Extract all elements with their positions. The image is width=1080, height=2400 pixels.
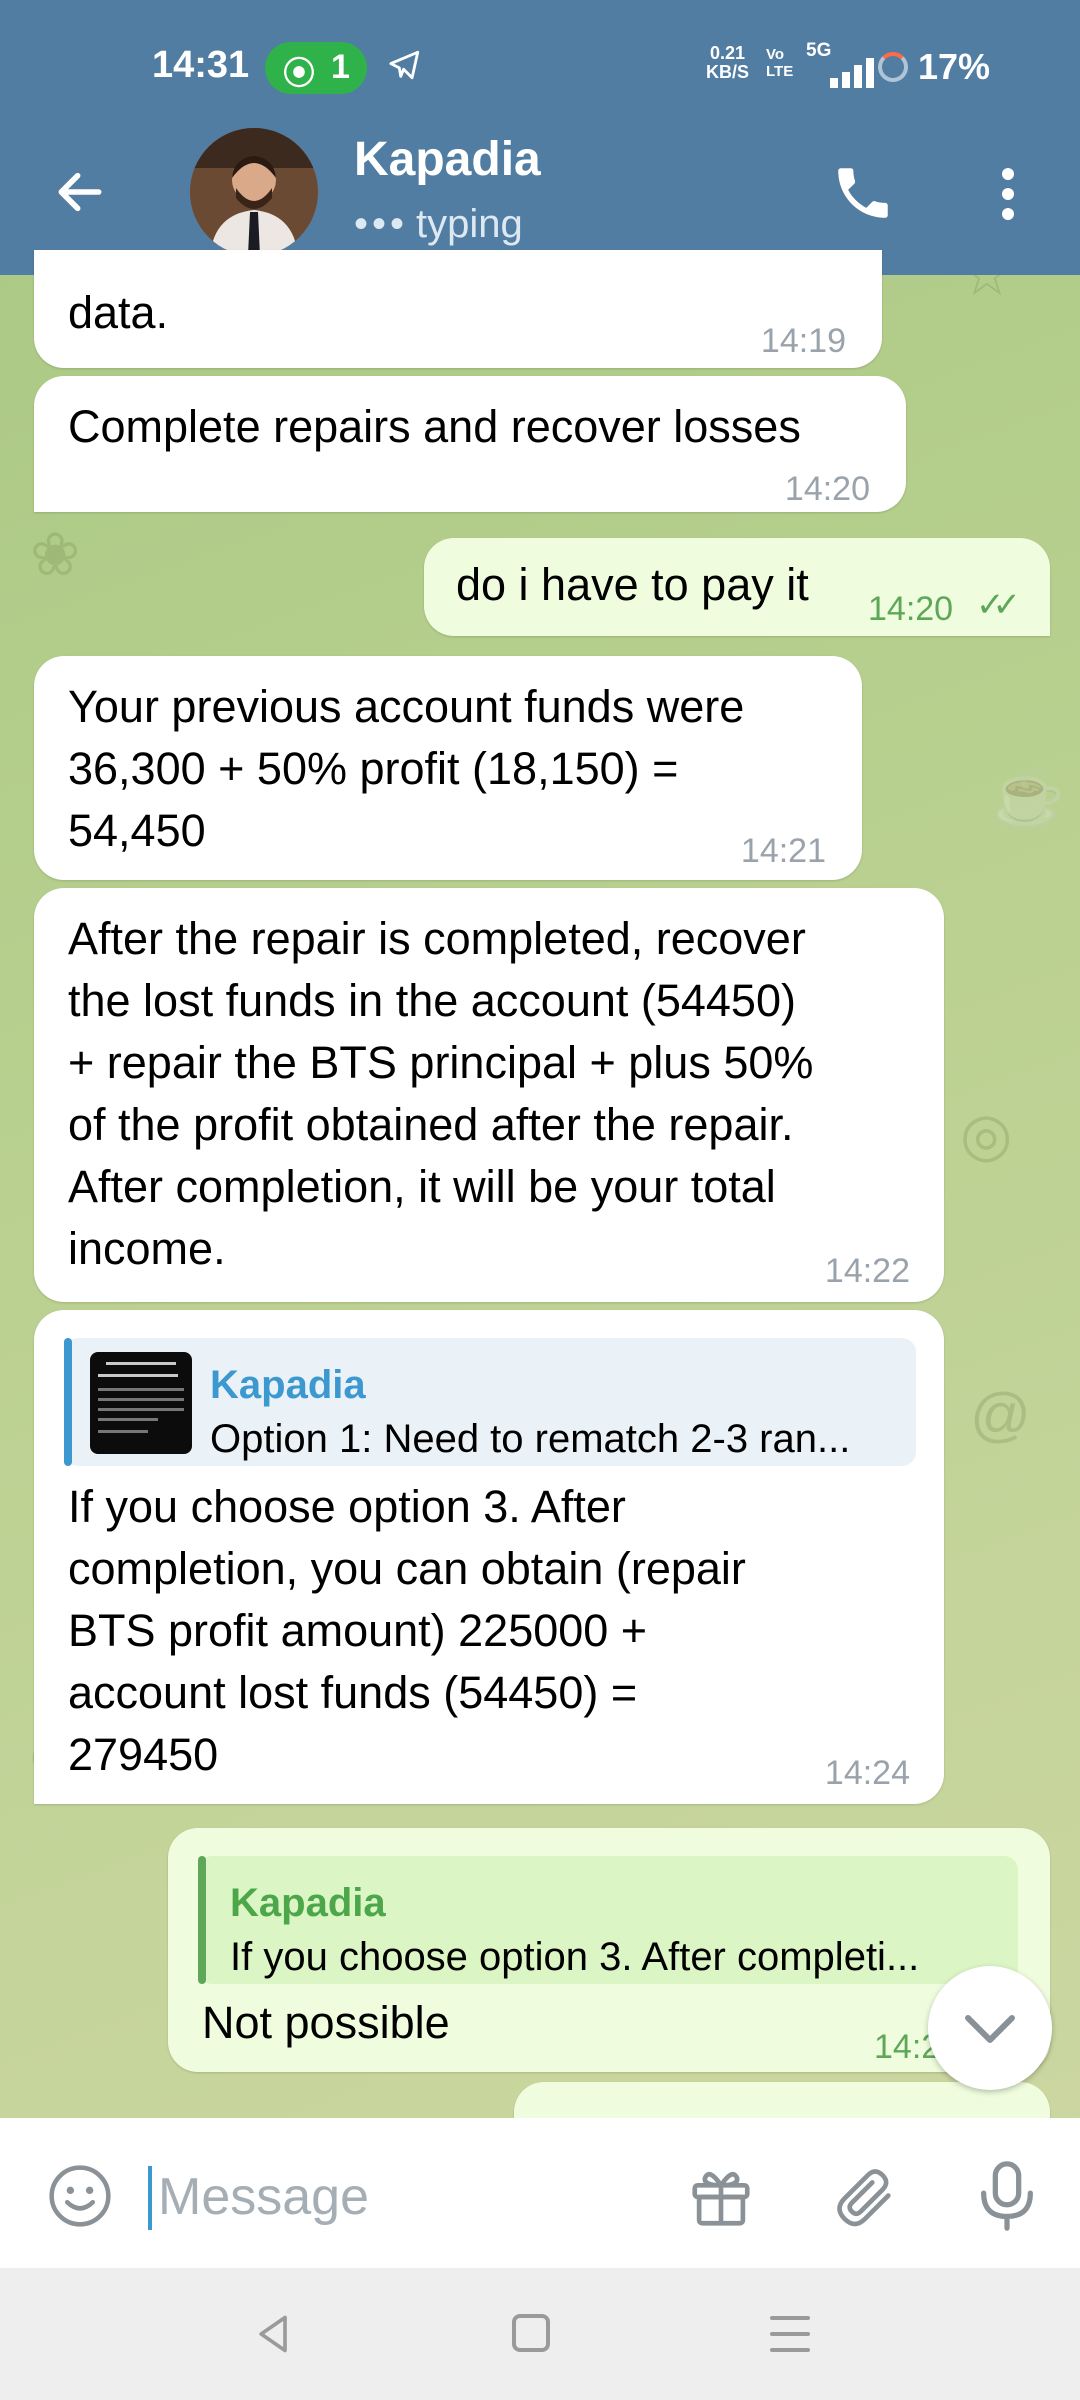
net-speed-unit: KB/S bbox=[706, 62, 750, 82]
message-time: 14:20 bbox=[784, 470, 870, 508]
telegram-notification-icon bbox=[389, 50, 420, 80]
message-time: 14:19 bbox=[760, 322, 846, 360]
doodle-planet-icon: ◎ bbox=[960, 1101, 1013, 1168]
message-bubble-incoming[interactable]: Complete repairs and recover losses 14:2… bbox=[34, 376, 906, 512]
chevron-down-icon bbox=[965, 2015, 1015, 2043]
more-vert-icon[interactable] bbox=[990, 162, 1026, 226]
net-speed-value: 0.21 bbox=[709, 43, 746, 63]
reply-thumbnail bbox=[90, 1352, 192, 1454]
reply-text: If you choose option 3. After completi..… bbox=[230, 1935, 920, 1979]
message-bubble-incoming[interactable]: data. 14:19 bbox=[34, 250, 882, 368]
signal-icon bbox=[826, 56, 876, 88]
reply-author: Kapadia bbox=[210, 1363, 366, 1407]
contact-name[interactable]: Kapadia bbox=[354, 132, 541, 187]
message-composer bbox=[0, 2118, 1080, 2268]
typing-status: ••• typing bbox=[354, 202, 523, 247]
net-speed: 0.21 KB/S bbox=[706, 44, 749, 82]
message-time: 14:22 bbox=[824, 1252, 910, 1290]
volte-indicator: Vo LTE bbox=[766, 46, 793, 80]
phone-icon[interactable] bbox=[830, 160, 896, 226]
doodle-spiral-icon: @ bbox=[970, 1381, 1031, 1448]
volte-bottom: LTE bbox=[766, 63, 794, 80]
nav-home-icon[interactable] bbox=[512, 2314, 550, 2352]
message-text: Not possible bbox=[202, 1997, 450, 2048]
hotspot-count: 1 bbox=[331, 48, 350, 86]
nav-recents-icon[interactable] bbox=[770, 2314, 810, 2354]
doodle-fruit-icon: ❀ bbox=[30, 521, 81, 588]
message-text: Your previous account funds were 36,300 … bbox=[68, 681, 745, 856]
mic-icon[interactable] bbox=[972, 2158, 1042, 2234]
reply-bar bbox=[64, 1338, 72, 1466]
message-text: After the repair is completed, recover t… bbox=[68, 913, 814, 1274]
text-cursor bbox=[148, 2166, 152, 2230]
gift-icon[interactable] bbox=[686, 2162, 756, 2232]
typing-label: typing bbox=[416, 202, 523, 246]
message-input[interactable] bbox=[156, 2156, 660, 2238]
typing-dots-icon: ••• bbox=[354, 202, 409, 246]
reply-preview[interactable]: Kapadia If you choose option 3. After co… bbox=[198, 1856, 1018, 1984]
battery-icon bbox=[878, 52, 908, 82]
reply-preview[interactable]: Kapadia Option 1: Need to rematch 2-3 ra… bbox=[64, 1338, 916, 1466]
back-arrow-icon[interactable] bbox=[52, 164, 108, 220]
message-bubble-outgoing[interactable]: Kapadia If you choose option 3. After co… bbox=[168, 1828, 1050, 2072]
read-double-check-icon: ✓✓ bbox=[976, 586, 1021, 624]
message-time: 14:20 bbox=[868, 590, 954, 628]
message-bubble-incoming[interactable]: Kapadia Option 1: Need to rematch 2-3 ra… bbox=[34, 1310, 944, 1804]
message-text: data. bbox=[68, 287, 169, 338]
message-bubble-incoming[interactable]: Your previous account funds were 36,300 … bbox=[34, 656, 862, 880]
avatar[interactable] bbox=[190, 128, 318, 256]
message-time: 14:21 bbox=[740, 832, 826, 870]
reply-bar bbox=[198, 1856, 206, 1984]
message-text: If you choose option 3. After completion… bbox=[68, 1481, 746, 1780]
reply-author: Kapadia bbox=[230, 1881, 386, 1925]
hotspot-badge: ⦿ 1 bbox=[265, 42, 367, 94]
message-bubble-incoming[interactable]: After the repair is completed, recover t… bbox=[34, 888, 944, 1302]
message-time: 14:24 bbox=[824, 1754, 910, 1792]
nav-back-icon[interactable] bbox=[252, 2312, 296, 2356]
emoji-icon[interactable] bbox=[46, 2162, 114, 2230]
reply-text: Option 1: Need to rematch 2-3 ran... bbox=[210, 1417, 851, 1461]
attach-icon[interactable] bbox=[830, 2162, 900, 2232]
status-time: 14:31 bbox=[152, 44, 250, 86]
message-text: Complete repairs and recover losses bbox=[68, 401, 801, 452]
hotspot-icon: ⦿ bbox=[283, 55, 316, 91]
battery-level: 17% bbox=[918, 46, 991, 87]
volte-top: Vo bbox=[766, 46, 785, 63]
message-text: do i have to pay it bbox=[456, 559, 809, 610]
scroll-to-bottom-button[interactable] bbox=[928, 1966, 1052, 2090]
doodle-cup-icon: ☕ bbox=[990, 762, 1065, 829]
message-bubble-outgoing[interactable]: do i have to pay it 14:20 ✓✓ bbox=[424, 538, 1050, 636]
system-nav-bar bbox=[0, 2268, 1080, 2400]
